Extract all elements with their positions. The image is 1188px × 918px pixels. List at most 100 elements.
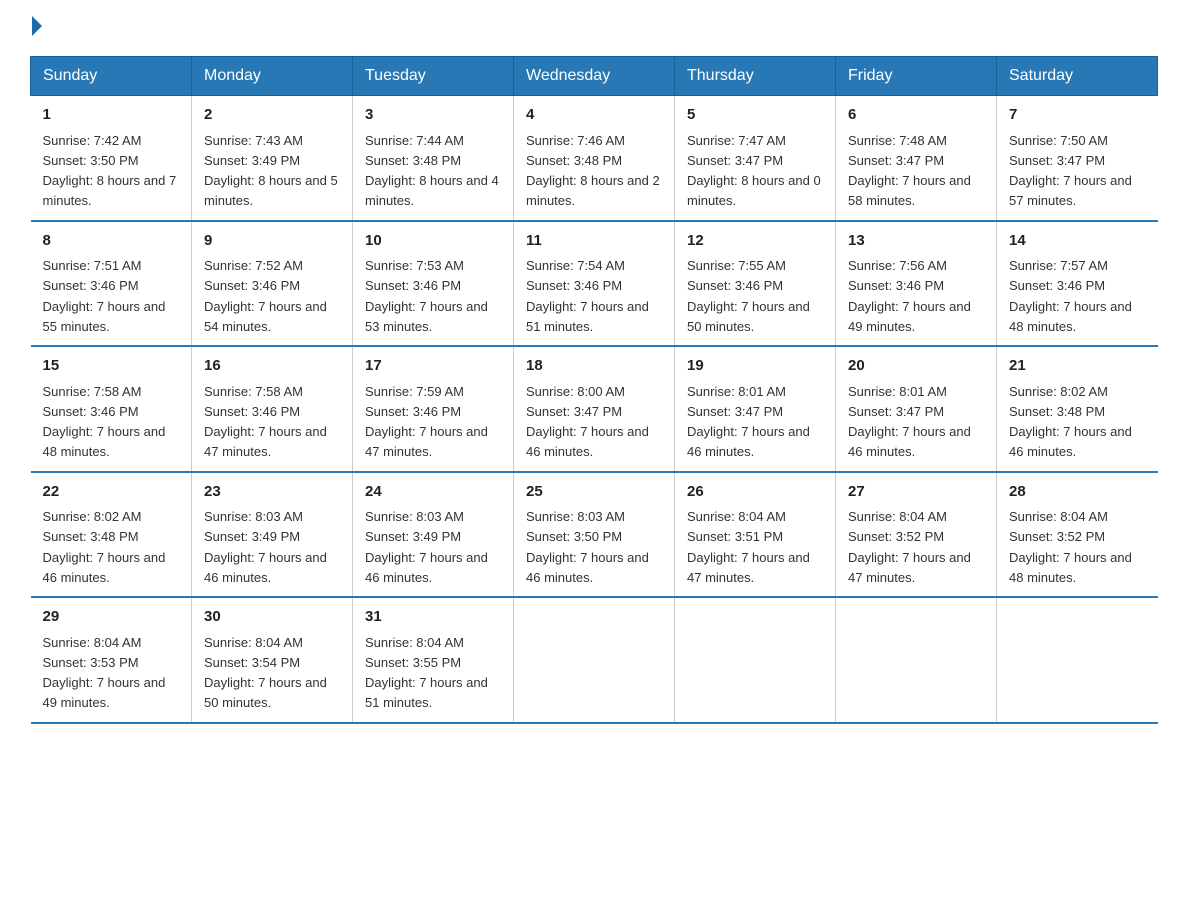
weekday-header-sunday: Sunday	[31, 57, 192, 96]
day-number: 6	[848, 104, 984, 127]
calendar-cell: 4 Sunrise: 7:46 AMSunset: 3:48 PMDaylight…	[514, 96, 675, 221]
day-info: Sunrise: 7:53 AMSunset: 3:46 PMDaylight:…	[365, 258, 488, 334]
calendar-cell: 22Sunrise: 8:02 AMSunset: 3:48 PMDayligh…	[31, 472, 192, 598]
calendar-cell: 24 Sunrise: 8:03 AMSunset: 3:49 PMDayligh…	[353, 472, 514, 598]
calendar-cell	[514, 597, 675, 723]
day-info: Sunrise: 8:04 AMSunset: 3:52 PMDaylight:…	[1009, 509, 1132, 585]
weekday-header-thursday: Thursday	[675, 57, 836, 96]
calendar-cell	[836, 597, 997, 723]
day-info: Sunrise: 7:59 AMSunset: 3:46 PMDaylight:…	[365, 384, 488, 460]
calendar-cell: 15 Sunrise: 7:58 AMSunset: 3:46 PMDayligh…	[31, 346, 192, 472]
calendar-week-row: 1 Sunrise: 7:42 AMSunset: 3:50 PMDaylight…	[31, 96, 1158, 221]
day-number: 20	[848, 355, 984, 378]
day-number: 4	[526, 104, 662, 127]
calendar-cell: 30 Sunrise: 8:04 AMSunset: 3:54 PMDayligh…	[192, 597, 353, 723]
day-number: 10	[365, 230, 501, 253]
calendar-week-row: 15 Sunrise: 7:58 AMSunset: 3:46 PMDayligh…	[31, 346, 1158, 472]
calendar-cell	[997, 597, 1158, 723]
day-info: Sunrise: 8:00 AMSunset: 3:47 PMDaylight:…	[526, 384, 649, 460]
calendar-week-row: 29Sunrise: 8:04 AMSunset: 3:53 PMDayligh…	[31, 597, 1158, 723]
day-number: 16	[204, 355, 340, 378]
day-info: Sunrise: 7:42 AMSunset: 3:50 PMDaylight:…	[43, 133, 177, 209]
day-info: Sunrise: 8:03 AMSunset: 3:50 PMDaylight:…	[526, 509, 649, 585]
calendar-cell: 26 Sunrise: 8:04 AMSunset: 3:51 PMDayligh…	[675, 472, 836, 598]
calendar-cell: 27 Sunrise: 8:04 AMSunset: 3:52 PMDayligh…	[836, 472, 997, 598]
weekday-header-wednesday: Wednesday	[514, 57, 675, 96]
day-number: 3	[365, 104, 501, 127]
day-number: 5	[687, 104, 823, 127]
day-info: Sunrise: 8:03 AMSunset: 3:49 PMDaylight:…	[365, 509, 488, 585]
calendar-cell: 20Sunrise: 8:01 AMSunset: 3:47 PMDayligh…	[836, 346, 997, 472]
day-number: 29	[43, 606, 180, 629]
calendar-cell: 28 Sunrise: 8:04 AMSunset: 3:52 PMDayligh…	[997, 472, 1158, 598]
day-info: Sunrise: 7:46 AMSunset: 3:48 PMDaylight:…	[526, 133, 660, 209]
day-info: Sunrise: 7:58 AMSunset: 3:46 PMDaylight:…	[204, 384, 327, 460]
day-number: 14	[1009, 230, 1146, 253]
day-info: Sunrise: 7:57 AMSunset: 3:46 PMDaylight:…	[1009, 258, 1132, 334]
day-info: Sunrise: 8:03 AMSunset: 3:49 PMDaylight:…	[204, 509, 327, 585]
logo-arrow-icon	[32, 16, 42, 36]
day-info: Sunrise: 7:44 AMSunset: 3:48 PMDaylight:…	[365, 133, 499, 209]
day-info: Sunrise: 7:54 AMSunset: 3:46 PMDaylight:…	[526, 258, 649, 334]
day-info: Sunrise: 7:58 AMSunset: 3:46 PMDaylight:…	[43, 384, 166, 460]
calendar-week-row: 8Sunrise: 7:51 AMSunset: 3:46 PMDaylight…	[31, 221, 1158, 347]
day-info: Sunrise: 8:04 AMSunset: 3:52 PMDaylight:…	[848, 509, 971, 585]
calendar-cell: 14 Sunrise: 7:57 AMSunset: 3:46 PMDayligh…	[997, 221, 1158, 347]
day-number: 21	[1009, 355, 1146, 378]
calendar-cell: 2Sunrise: 7:43 AMSunset: 3:49 PMDaylight…	[192, 96, 353, 221]
calendar-cell: 21 Sunrise: 8:02 AMSunset: 3:48 PMDayligh…	[997, 346, 1158, 472]
day-info: Sunrise: 8:04 AMSunset: 3:55 PMDaylight:…	[365, 635, 488, 711]
day-number: 27	[848, 481, 984, 504]
day-number: 17	[365, 355, 501, 378]
weekday-header-monday: Monday	[192, 57, 353, 96]
day-number: 15	[43, 355, 180, 378]
day-number: 30	[204, 606, 340, 629]
calendar-cell: 6 Sunrise: 7:48 AMSunset: 3:47 PMDaylight…	[836, 96, 997, 221]
day-number: 18	[526, 355, 662, 378]
calendar-week-row: 22Sunrise: 8:02 AMSunset: 3:48 PMDayligh…	[31, 472, 1158, 598]
day-info: Sunrise: 8:01 AMSunset: 3:47 PMDaylight:…	[687, 384, 810, 460]
calendar-header-row: SundayMondayTuesdayWednesdayThursdayFrid…	[31, 57, 1158, 96]
day-info: Sunrise: 7:48 AMSunset: 3:47 PMDaylight:…	[848, 133, 971, 209]
day-info: Sunrise: 8:04 AMSunset: 3:54 PMDaylight:…	[204, 635, 327, 711]
day-number: 24	[365, 481, 501, 504]
calendar-cell: 25 Sunrise: 8:03 AMSunset: 3:50 PMDayligh…	[514, 472, 675, 598]
weekday-header-saturday: Saturday	[997, 57, 1158, 96]
calendar-cell: 3 Sunrise: 7:44 AMSunset: 3:48 PMDaylight…	[353, 96, 514, 221]
calendar-cell: 29Sunrise: 8:04 AMSunset: 3:53 PMDayligh…	[31, 597, 192, 723]
day-info: Sunrise: 7:55 AMSunset: 3:46 PMDaylight:…	[687, 258, 810, 334]
calendar-cell: 1 Sunrise: 7:42 AMSunset: 3:50 PMDaylight…	[31, 96, 192, 221]
day-number: 1	[43, 104, 180, 127]
page-header	[30, 20, 1158, 36]
day-number: 25	[526, 481, 662, 504]
day-number: 12	[687, 230, 823, 253]
calendar-cell: 12 Sunrise: 7:55 AMSunset: 3:46 PMDayligh…	[675, 221, 836, 347]
calendar-cell: 17 Sunrise: 7:59 AMSunset: 3:46 PMDayligh…	[353, 346, 514, 472]
day-info: Sunrise: 8:02 AMSunset: 3:48 PMDaylight:…	[43, 509, 166, 585]
day-info: Sunrise: 7:56 AMSunset: 3:46 PMDaylight:…	[848, 258, 971, 334]
day-number: 2	[204, 104, 340, 127]
day-number: 11	[526, 230, 662, 253]
weekday-header-tuesday: Tuesday	[353, 57, 514, 96]
day-number: 26	[687, 481, 823, 504]
calendar-cell: 31Sunrise: 8:04 AMSunset: 3:55 PMDayligh…	[353, 597, 514, 723]
day-number: 23	[204, 481, 340, 504]
day-number: 13	[848, 230, 984, 253]
weekday-header-friday: Friday	[836, 57, 997, 96]
calendar-cell: 8Sunrise: 7:51 AMSunset: 3:46 PMDaylight…	[31, 221, 192, 347]
calendar-cell: 16 Sunrise: 7:58 AMSunset: 3:46 PMDayligh…	[192, 346, 353, 472]
day-info: Sunrise: 7:52 AMSunset: 3:46 PMDaylight:…	[204, 258, 327, 334]
day-info: Sunrise: 7:50 AMSunset: 3:47 PMDaylight:…	[1009, 133, 1132, 209]
day-info: Sunrise: 8:04 AMSunset: 3:51 PMDaylight:…	[687, 509, 810, 585]
calendar-cell: 19Sunrise: 8:01 AMSunset: 3:47 PMDayligh…	[675, 346, 836, 472]
calendar-cell: 7Sunrise: 7:50 AMSunset: 3:47 PMDaylight…	[997, 96, 1158, 221]
calendar-cell: 11 Sunrise: 7:54 AMSunset: 3:46 PMDayligh…	[514, 221, 675, 347]
day-info: Sunrise: 8:02 AMSunset: 3:48 PMDaylight:…	[1009, 384, 1132, 460]
day-info: Sunrise: 7:51 AMSunset: 3:46 PMDaylight:…	[43, 258, 166, 334]
calendar-cell: 18 Sunrise: 8:00 AMSunset: 3:47 PMDayligh…	[514, 346, 675, 472]
day-number: 28	[1009, 481, 1146, 504]
calendar-cell: 23 Sunrise: 8:03 AMSunset: 3:49 PMDayligh…	[192, 472, 353, 598]
calendar-cell: 10 Sunrise: 7:53 AMSunset: 3:46 PMDayligh…	[353, 221, 514, 347]
calendar-cell: 5Sunrise: 7:47 AMSunset: 3:47 PMDaylight…	[675, 96, 836, 221]
calendar-cell	[675, 597, 836, 723]
